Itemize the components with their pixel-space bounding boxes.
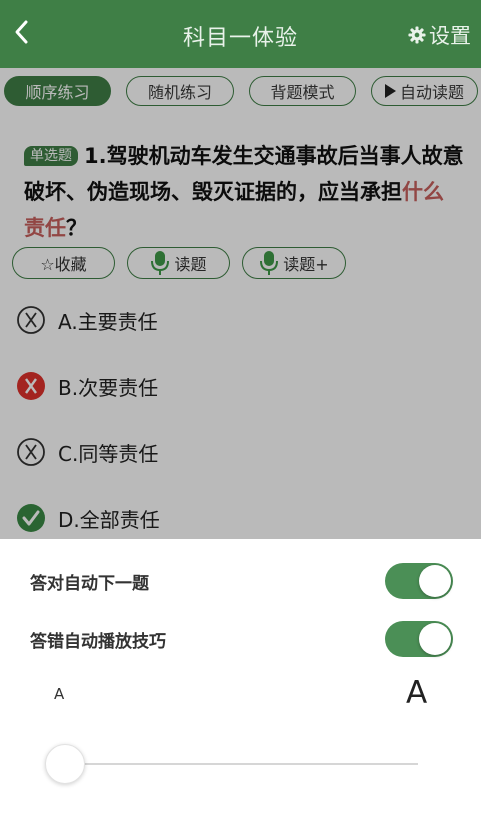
option-b[interactable]: B.次要责任 [16, 368, 158, 404]
tab-sequential-practice[interactable]: 顺序练习 [4, 76, 111, 106]
option-d[interactable]: D.全部责任 [16, 500, 160, 536]
tab-auto-read[interactable]: 自动读题 [371, 76, 478, 106]
setting-auto-next-label: 答对自动下一题 [30, 574, 149, 594]
auto-tip-toggle[interactable] [385, 621, 453, 657]
play-icon [384, 84, 396, 98]
settings-button[interactable]: 设置 [408, 20, 471, 50]
mode-tab-bar: 顺序练习 随机练习 背题模式 自动读题 [0, 76, 481, 110]
toggle-knob [419, 565, 451, 597]
question-end-text: ？ [66, 216, 87, 240]
font-size-slider-track[interactable] [66, 763, 418, 765]
question-main-text: 1.驾驶机动车发生交通事故后当事人故意破坏、伪造现场、毁灭证据的，应当承担 [24, 144, 464, 204]
tab-label: 背题模式 [270, 83, 335, 102]
tab-label: 自动读题 [399, 83, 464, 102]
setting-auto-tip: 答错自动播放技巧 [0, 617, 481, 661]
microphone-icon [260, 251, 279, 275]
option-label: C.同等责任 [58, 441, 159, 466]
tab-random-practice[interactable]: 随机练习 [126, 76, 234, 106]
auto-next-toggle[interactable] [385, 563, 453, 599]
toggle-knob [419, 623, 451, 655]
settings-sheet: 答对自动下一题 答错自动播放技巧 A A [0, 539, 481, 839]
font-size-slider-thumb[interactable] [45, 744, 85, 784]
tab-memorize-mode[interactable]: 背题模式 [249, 76, 356, 106]
favorite-label: ☆收藏 [40, 255, 87, 274]
option-c[interactable]: C.同等责任 [16, 434, 158, 470]
option-unselected-x-icon [17, 438, 45, 466]
correct-answer-icon [17, 504, 45, 532]
read-label: 读题 [174, 255, 207, 274]
option-label: B.次要责任 [58, 375, 159, 400]
app-header: 科目一体验 设置 [0, 0, 481, 68]
setting-auto-tip-label: 答错自动播放技巧 [30, 632, 166, 652]
favorite-button[interactable]: ☆收藏 [12, 247, 115, 279]
read-question-button[interactable]: 读题 [127, 247, 230, 279]
microphone-icon [151, 251, 170, 275]
option-label: D.全部责任 [58, 507, 160, 532]
read-plus-label: 读题+ [283, 255, 329, 274]
tab-label: 随机练习 [147, 83, 212, 102]
option-label: A.主要责任 [58, 309, 158, 334]
font-size-large-label: A [406, 675, 428, 711]
question-text: 单选题 1.驾驶机动车发生交通事故后当事人故意破坏、伪造现场、毁灭证据的，应当承担… [24, 138, 464, 246]
exam-practice-screen: 科目一体验 设置 顺序练习 随机练习 背题模式 自动读题 单选题 1.驾驶机动车… [0, 0, 481, 839]
settings-label: 设置 [429, 24, 471, 48]
setting-auto-next: 答对自动下一题 [0, 559, 481, 603]
option-unselected-x-icon [17, 306, 45, 334]
font-size-small-label: A [54, 685, 65, 703]
option-a[interactable]: A.主要责任 [16, 302, 158, 338]
question-type-badge: 单选题 [24, 146, 78, 166]
question-area: 顺序练习 随机练习 背题模式 自动读题 单选题 1.驾驶机动车发生交通事故后当事人… [0, 68, 481, 539]
question-action-row: ☆收藏 读题 读题+ [12, 247, 472, 281]
wrong-answer-icon [17, 372, 45, 400]
gear-icon [408, 26, 426, 44]
read-plus-button[interactable]: 读题+ [242, 247, 346, 279]
tab-label: 顺序练习 [25, 83, 90, 102]
